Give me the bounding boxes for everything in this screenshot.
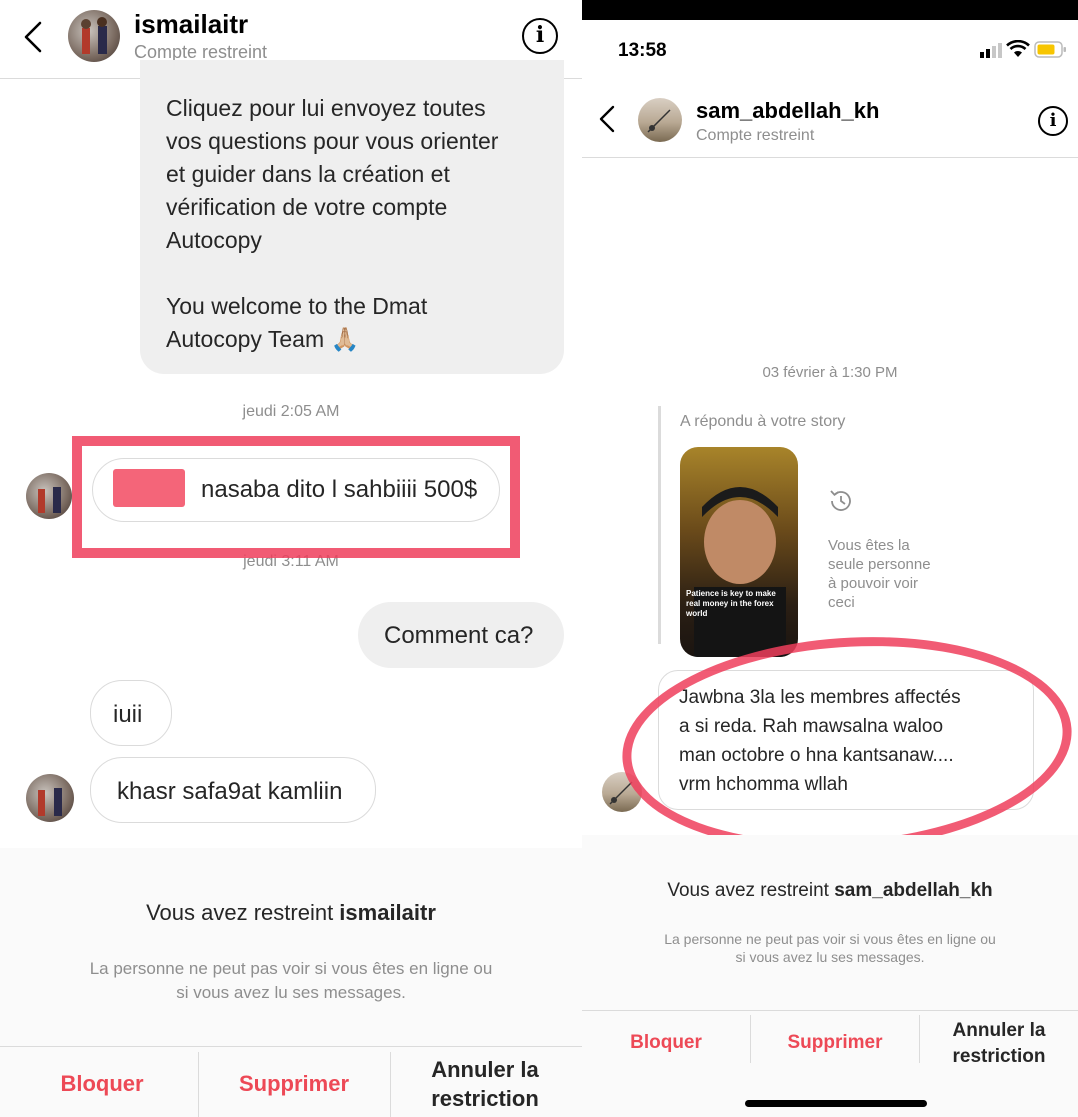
unrestrict-button[interactable]: Annuler la restriction (392, 1055, 578, 1113)
restricted-username: ismailaitr (339, 900, 436, 925)
avatar[interactable] (68, 10, 120, 62)
battery-icon (1034, 41, 1068, 64)
action-separator (390, 1052, 391, 1117)
action-separator (198, 1052, 199, 1117)
story-thumbnail[interactable]: Patience is key to make real money in th… (680, 447, 798, 657)
story-private-note: Vous êtes la seule personne à pouvoir vo… (828, 537, 931, 611)
message-bubble: iuii (90, 680, 172, 746)
block-button[interactable]: Bloquer (582, 1032, 750, 1054)
unrestrict-button[interactable]: Annuler la restriction (920, 1018, 1078, 1070)
header-divider (582, 157, 1078, 158)
timestamp: 03 février à 1:30 PM (762, 364, 898, 381)
status-time: 13:58 (618, 40, 667, 61)
actions-divider (0, 1046, 582, 1047)
wifi-icon (1006, 39, 1030, 63)
story-caption: Patience is key to make real money in th… (686, 589, 776, 618)
back-chevron-icon[interactable] (598, 104, 616, 134)
delete-button[interactable]: Supprimer (751, 1032, 919, 1054)
restricted-note: La personne ne peut pas voir si vous ête… (89, 959, 493, 1002)
header-subtitle: Compte restreint (696, 127, 815, 144)
message-bubble-incoming: Cliquez pour lui envoyez toutes vos ques… (140, 60, 564, 374)
header-username[interactable]: sam_abdellah_kh (696, 98, 879, 124)
message-text: khasr safa9at kamliin (117, 778, 343, 805)
history-icon (826, 486, 856, 521)
header-username[interactable]: ismailaitr (134, 9, 248, 40)
story-reply-label: A répondu à votre story (680, 413, 846, 430)
info-icon[interactable]: i (522, 18, 558, 54)
annotation-highlight-box (72, 436, 520, 558)
actions-divider (582, 1010, 1078, 1011)
info-icon[interactable]: i (1038, 106, 1068, 136)
sender-avatar (26, 774, 74, 822)
delete-button[interactable]: Supprimer (200, 1071, 388, 1097)
timestamp: jeudi 2:05 AM (242, 403, 340, 420)
back-chevron-icon[interactable] (22, 20, 44, 54)
message-text: iuii (113, 701, 143, 728)
home-indicator[interactable] (745, 1100, 927, 1107)
restricted-title: Vous avez restreint ismailaitr (0, 900, 582, 926)
story-reply-line (658, 406, 661, 644)
message-bubble: khasr safa9at kamliin (90, 757, 376, 823)
avatar[interactable] (638, 98, 682, 142)
restricted-prefix: Vous avez restreint (667, 880, 835, 901)
restricted-title: Vous avez restreint sam_abdellah_kh (582, 880, 1078, 902)
message-text: Comment ca? (384, 622, 534, 649)
restricted-prefix: Vous avez restreint (146, 900, 340, 925)
sender-avatar (26, 473, 72, 519)
restricted-notice (582, 835, 1078, 1117)
message-bubble-outgoing: Comment ca? (358, 602, 564, 668)
restricted-username: sam_abdellah_kh (834, 880, 993, 901)
signal-icon (980, 42, 1002, 63)
message-text: Cliquez pour lui envoyez toutes vos ques… (166, 95, 499, 352)
right-screenshot: 13:58 sam_abdellah_kh Compte restreint i… (582, 20, 1078, 1117)
block-button[interactable]: Bloquer (14, 1071, 190, 1097)
left-screenshot: ismailaitr Compte restreint i Cliquez po… (0, 0, 582, 1117)
restricted-note: La personne ne peut pas voir si vous ête… (664, 931, 996, 965)
annotation-highlight-ellipse (615, 622, 1078, 866)
